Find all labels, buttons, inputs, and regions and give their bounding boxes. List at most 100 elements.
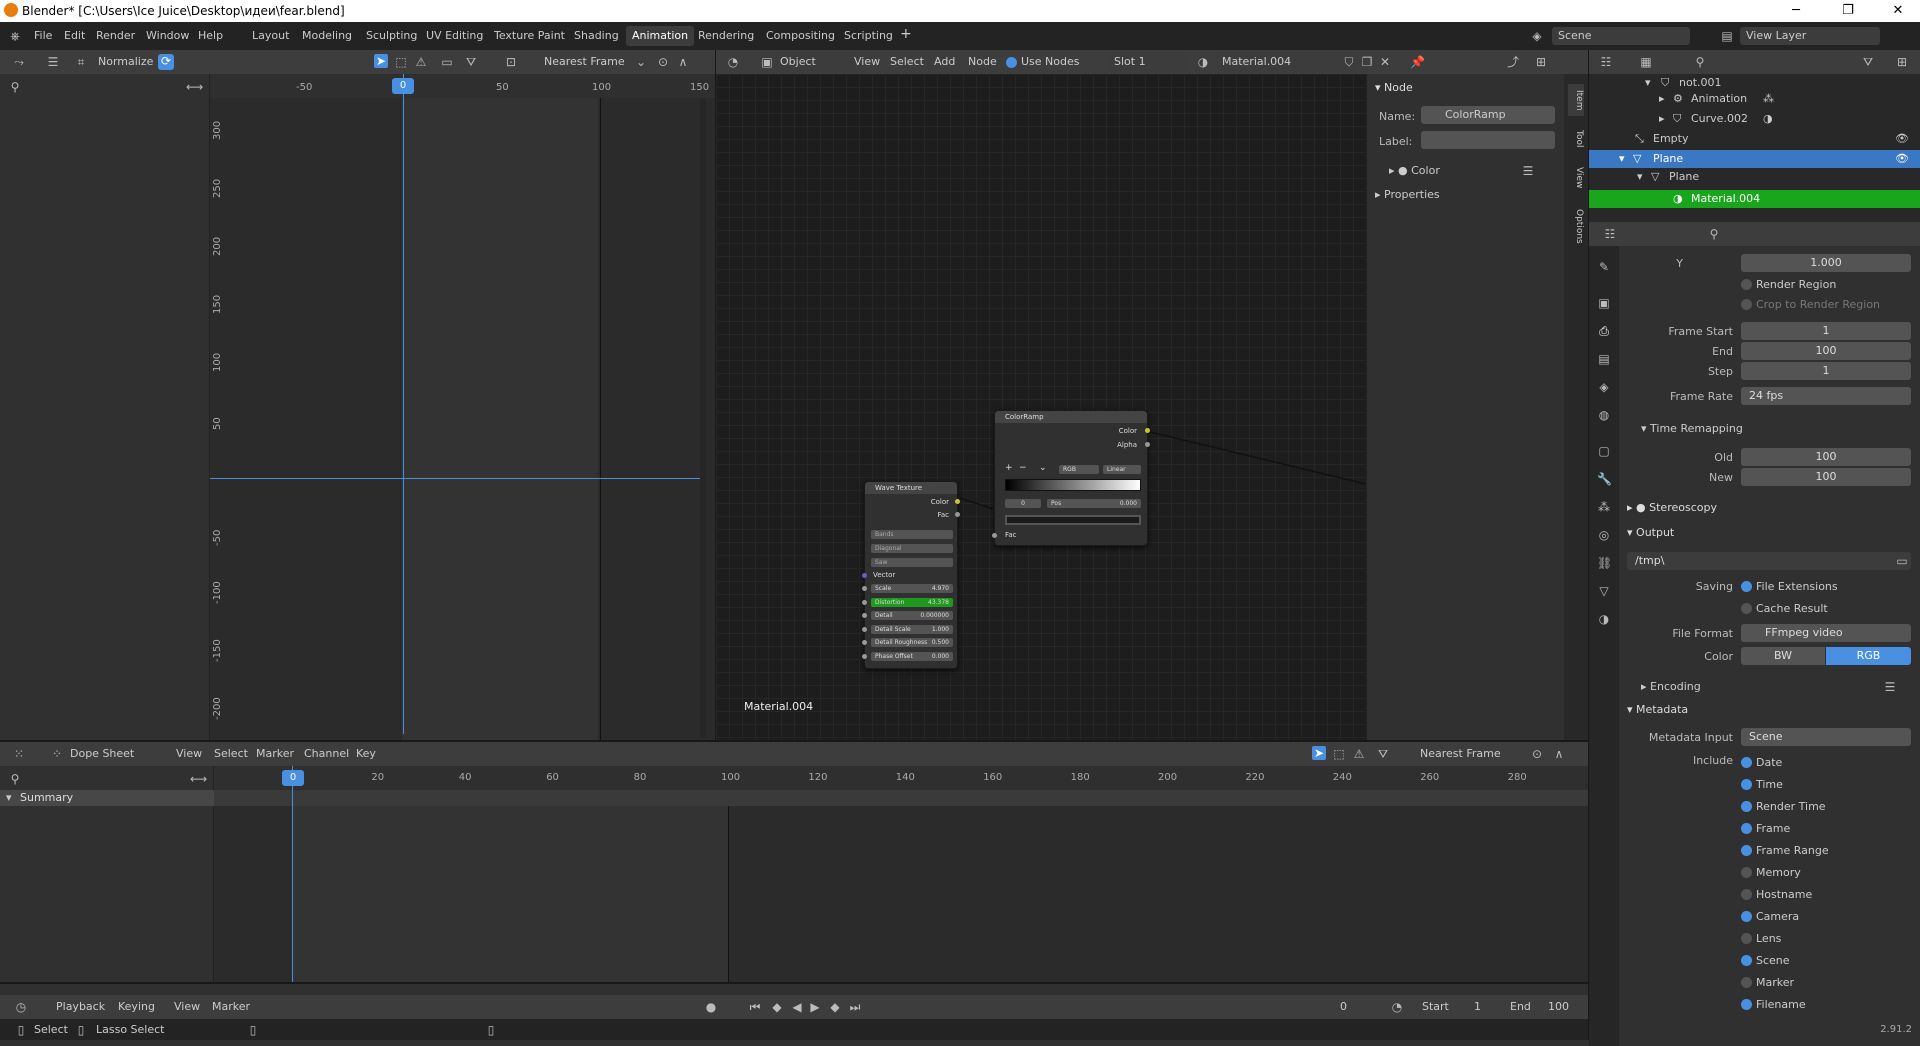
- node-panel-header[interactable]: ▾ Node: [1375, 81, 1413, 94]
- alpha-output-socket[interactable]: [1145, 442, 1150, 447]
- properties-type-icon[interactable]: ☷: [1603, 227, 1617, 241]
- tab-uv-editing[interactable]: UV Editing: [420, 26, 489, 46]
- copy-icon[interactable]: ❐: [1360, 55, 1374, 69]
- outliner-row-active-material[interactable]: ◑ Material.004: [1589, 190, 1920, 208]
- dope-menu-key[interactable]: Key: [356, 747, 376, 760]
- snap-icon[interactable]: ⊞: [1534, 55, 1548, 69]
- file-format-dropdown[interactable]: FFmpeg video: [1741, 624, 1911, 642]
- new-collection-icon[interactable]: ⊞: [1895, 55, 1909, 69]
- wave-field-detail-rough[interactable]: Detail Roughness 0.500: [871, 638, 953, 647]
- include-frame-checkbox[interactable]: Frame: [1741, 822, 1790, 835]
- scene-selector[interactable]: Scene: [1552, 27, 1690, 45]
- menu-render[interactable]: Render: [96, 29, 135, 42]
- wave-field-detail-scale[interactable]: Detail Scale 1.000: [871, 624, 953, 634]
- include-marker-checkbox[interactable]: Marker: [1741, 976, 1794, 989]
- file-extensions-checkbox[interactable]: File Extensions: [1741, 580, 1838, 593]
- material-selector[interactable]: Material.004: [1216, 53, 1356, 71]
- cache-result-checkbox[interactable]: Cache Result: [1741, 602, 1828, 615]
- outliner-row-selected[interactable]: ▾ ▽ Plane 👁: [1589, 150, 1920, 168]
- snap-mode-dropdown[interactable]: Nearest Frame: [544, 55, 625, 68]
- color-mode-dropdown[interactable]: RGB: [1059, 465, 1099, 474]
- color-output-socket[interactable]: [955, 499, 960, 504]
- jump-end-icon[interactable]: ⏭: [848, 1000, 862, 1014]
- box-select-icon[interactable]: ⬚: [394, 55, 408, 69]
- search-icon[interactable]: ⚲: [8, 80, 22, 94]
- view-layer-icon[interactable]: ▤: [1720, 29, 1734, 43]
- parent-icon[interactable]: ⤴: [1506, 55, 1520, 69]
- editor-type-icon[interactable]: ⤳: [12, 55, 26, 69]
- warning-icon[interactable]: ⚠: [414, 55, 428, 69]
- frame-start-field[interactable]: 1: [1741, 322, 1911, 340]
- frame-end-field[interactable]: 100: [1741, 342, 1911, 360]
- colorramp-title[interactable]: ColorRamp: [995, 411, 1147, 423]
- output-panel[interactable]: ▾ Output: [1627, 526, 1674, 539]
- output-path-field[interactable]: /tmp\: [1627, 552, 1911, 570]
- filter-icon[interactable]: ⛛: [464, 55, 478, 69]
- constraints-tab-icon[interactable]: ⛓: [1597, 556, 1612, 570]
- include-time-checkbox[interactable]: Time: [1741, 778, 1783, 791]
- tab-shading[interactable]: Shading: [568, 26, 625, 46]
- record-icon[interactable]: ●: [704, 1000, 718, 1014]
- outliner-row[interactable]: ▾ ▽ Plane: [1637, 170, 1920, 186]
- color-output-socket[interactable]: [1145, 428, 1150, 433]
- include-render-time-checkbox[interactable]: Render Time: [1741, 800, 1826, 813]
- auto-normalize-icon[interactable]: ⟳: [158, 54, 174, 70]
- timeline-menu-playback[interactable]: Playback: [56, 1000, 105, 1013]
- tab-texture-paint[interactable]: Texture Paint: [488, 26, 571, 46]
- outliner-row[interactable]: ▸ ⚙ Animation ⁂: [1659, 92, 1920, 108]
- rgb-button[interactable]: RGB: [1826, 647, 1911, 665]
- dope-mode-dropdown[interactable]: Dope Sheet: [70, 747, 134, 760]
- colorramp-node[interactable]: ColorRamp Color Alpha + − ⌄ RGB Linear 0…: [992, 410, 1150, 546]
- close-button[interactable]: ✕: [1878, 1, 1918, 21]
- bw-button[interactable]: BW: [1741, 647, 1825, 665]
- dope-menu-select[interactable]: Select: [214, 747, 248, 760]
- outliner-row[interactable]: ▸ ⛉ Curve.002 ◑: [1659, 112, 1920, 128]
- curve-icon[interactable]: ∧: [1552, 747, 1566, 761]
- wave-input-socket[interactable]: [862, 653, 867, 659]
- menu-help[interactable]: Help: [198, 29, 223, 42]
- tab-options[interactable]: Options: [1568, 204, 1584, 248]
- outliner-row[interactable]: ⤡ Empty 👁: [1635, 132, 1920, 148]
- dope-menu-view[interactable]: View: [176, 747, 202, 760]
- warning-icon[interactable]: ⚠: [1352, 747, 1366, 761]
- shield-icon[interactable]: ⛉: [1342, 55, 1356, 69]
- wave-direction-dropdown[interactable]: Diagonal: [871, 544, 953, 553]
- scene-icon[interactable]: ◈: [1530, 29, 1544, 43]
- chevron-down-icon[interactable]: ⌄: [1039, 463, 1047, 473]
- graph-canvas[interactable]: 0 -50 50 100 150 300 250 200 150 100 50 -50 -10…: [210, 74, 715, 740]
- tab-tool[interactable]: Tool: [1568, 124, 1584, 154]
- snap-icon[interactable]: ⊡: [504, 55, 518, 69]
- wave-input-socket[interactable]: [862, 613, 867, 618]
- search-icon[interactable]: ⚲: [1693, 55, 1707, 69]
- wave-field-distortion[interactable]: Distortion 43.378: [871, 597, 953, 607]
- box-select-icon[interactable]: ⬚: [1332, 747, 1346, 761]
- node-menu-view[interactable]: View: [854, 55, 880, 68]
- tab-scripting[interactable]: Scripting: [838, 26, 899, 46]
- include-scene-checkbox[interactable]: Scene: [1741, 954, 1790, 967]
- wave-type-dropdown[interactable]: Bands: [871, 530, 953, 539]
- folder-icon[interactable]: ▭: [1895, 554, 1909, 568]
- include-frame-range-checkbox[interactable]: Frame Range: [1741, 844, 1829, 857]
- stop-color-swatch[interactable]: [1005, 515, 1141, 525]
- frame-rate-dropdown[interactable]: 24 fps: [1741, 387, 1911, 405]
- wave-title[interactable]: Wave Texture: [865, 482, 957, 494]
- wave-input-socket[interactable]: [862, 599, 867, 605]
- stereoscopy-panel[interactable]: ▸ ● Stereoscopy: [1627, 501, 1717, 514]
- node-menu-select[interactable]: Select: [890, 55, 924, 68]
- properties-panel[interactable]: ▸ Properties: [1375, 188, 1440, 201]
- dope-editor-type-icon[interactable]: ⁙: [12, 747, 26, 761]
- tab-item[interactable]: Item: [1568, 84, 1584, 116]
- search-icon[interactable]: ⚲: [1707, 227, 1721, 241]
- menu-edit[interactable]: Edit: [64, 29, 85, 42]
- old-field[interactable]: 100: [1741, 448, 1911, 466]
- timeline-menu-keying[interactable]: Keying: [118, 1000, 155, 1013]
- next-keyframe-icon[interactable]: ◆: [828, 1000, 842, 1014]
- vector-input-socket[interactable]: [862, 573, 867, 578]
- tab-sculpting[interactable]: Sculpting: [360, 26, 423, 46]
- encoding-panel[interactable]: ▸ Encoding: [1641, 680, 1701, 693]
- node-menu-node[interactable]: Node: [968, 55, 997, 68]
- slot-dropdown[interactable]: Slot 1: [1108, 53, 1188, 71]
- tab-animation[interactable]: Animation: [626, 26, 695, 46]
- dope-canvas[interactable]: 0 20 40 60 80 100 120 140 160 180 200 220 240 260 280: [214, 766, 1588, 982]
- pin-icon[interactable]: 📌: [1410, 55, 1425, 69]
